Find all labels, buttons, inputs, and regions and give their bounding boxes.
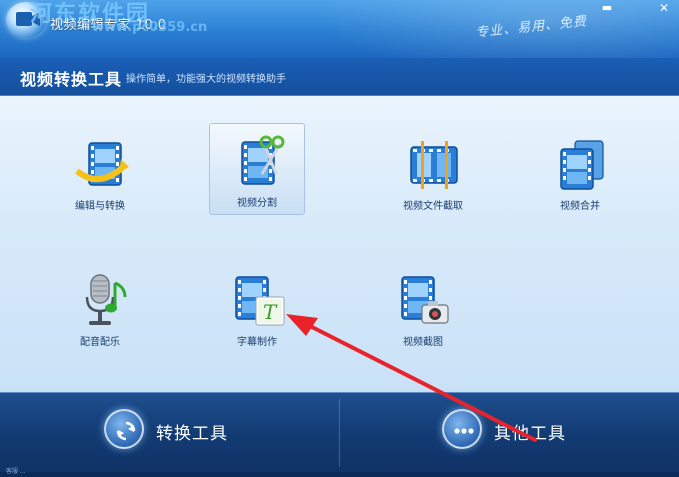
other-tools-label: 其他工具 — [494, 424, 566, 444]
film-subtitle-icon: T — [232, 273, 286, 329]
tool-panel: 编辑与转换 视频分割 视频文件截取 视频合并 配音配乐 T 字幕制作 视频截图 — [0, 96, 679, 392]
watermark-url: www.pc0359.cn — [92, 20, 208, 35]
microphone-music-icon — [75, 273, 129, 329]
status-strip — [0, 472, 679, 477]
tool-label: 编辑与转换 — [75, 201, 125, 212]
tool-label: 配音配乐 — [80, 337, 120, 348]
tool-label: 视频分割 — [237, 198, 277, 209]
tool-split[interactable]: 视频分割 — [209, 123, 305, 215]
refresh-icon — [104, 409, 144, 449]
tool-label: 视频截图 — [403, 337, 443, 348]
other-tools-button[interactable]: 其他工具 — [442, 407, 662, 459]
tool-merge[interactable]: 视频合并 — [532, 126, 628, 218]
minimize-button[interactable]: ▬ — [597, 0, 617, 16]
svg-text:T: T — [263, 300, 278, 324]
tool-crop[interactable]: 视频文件截取 — [378, 126, 488, 218]
tool-dub[interactable]: 配音配乐 — [52, 262, 148, 354]
header-band: 视频转换工具 操作简单，功能强大的视频转换助手 — [0, 58, 679, 96]
tool-label: 视频合并 — [560, 201, 600, 212]
tool-subtitle[interactable]: T 字幕制作 — [209, 262, 305, 354]
status-text: 客服 ... — [6, 468, 26, 475]
tool-screenshot[interactable]: 视频截图 — [375, 262, 471, 354]
film-stack-icon — [555, 137, 609, 193]
page-title: 视频转换工具 — [20, 70, 123, 89]
tool-label: 视频文件截取 — [403, 201, 463, 212]
slogan: 专业、易用、免费 — [474, 14, 588, 41]
convert-tools-button[interactable]: 转换工具 — [104, 407, 324, 459]
film-scissors-icon — [232, 134, 286, 190]
title-bar: 河东软件园 视频编辑专家 10.0 www.pc0359.cn 专业、易用、免费… — [0, 0, 679, 58]
film-crop-icon — [407, 137, 461, 193]
convert-tools-label: 转换工具 — [156, 424, 228, 444]
bottom-bar: 转换工具 其他工具 — [0, 392, 679, 472]
film-arrow-icon — [75, 137, 129, 193]
bottom-divider — [339, 399, 340, 467]
more-dots-icon — [442, 409, 482, 449]
page-subtitle: 操作简单，功能强大的视频转换助手 — [126, 74, 286, 85]
film-camera-icon — [398, 273, 452, 329]
close-button[interactable]: ✕ — [654, 0, 674, 16]
tool-label: 字幕制作 — [237, 337, 277, 348]
tool-edit-convert[interactable]: 编辑与转换 — [52, 126, 148, 218]
